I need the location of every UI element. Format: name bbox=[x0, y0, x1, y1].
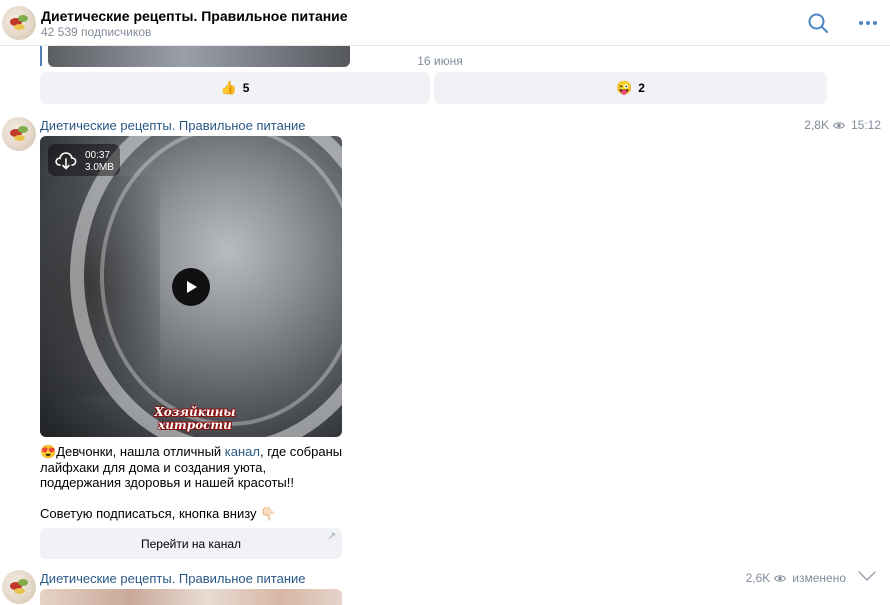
video-player[interactable]: 00:37 3.0MB Хозяйкины хитрости bbox=[40, 136, 342, 437]
video-size: 3.0MB bbox=[85, 162, 114, 173]
channel-avatar[interactable] bbox=[2, 6, 36, 40]
go-to-channel-label: Перейти на канал bbox=[140, 536, 241, 551]
external-arrow-icon: ↗ bbox=[327, 531, 336, 542]
post-author-avatar[interactable] bbox=[2, 117, 36, 151]
video-watermark: Хозяйкины хитрости bbox=[154, 405, 236, 432]
eye-icon bbox=[774, 574, 787, 582]
play-icon bbox=[187, 281, 197, 293]
post-text: 😍Девчонки, нашла отличный канал, где соб… bbox=[40, 444, 343, 521]
video-duration: 00:37 bbox=[85, 150, 111, 161]
reaction-count: 2 bbox=[638, 81, 645, 95]
search-icon[interactable] bbox=[806, 11, 830, 35]
next-post-media[interactable] bbox=[40, 589, 342, 605]
post-author[interactable]: Диетические рецепты. Правильное питание bbox=[40, 118, 306, 133]
thumbs-up-emoji: 👍 bbox=[220, 80, 237, 95]
post-meta: 2,8K 15:12 bbox=[804, 118, 881, 132]
more-icon[interactable] bbox=[856, 11, 880, 35]
eye-icon bbox=[832, 121, 845, 129]
point-down-emoji: 👇🏻 bbox=[260, 505, 277, 521]
edited-label: изменено bbox=[792, 571, 846, 585]
view-count: 2,8K bbox=[804, 118, 829, 132]
next-post-author[interactable]: Диетические рецепты. Правильное питание bbox=[40, 571, 306, 586]
go-to-channel-button[interactable]: Перейти на канал ↗ bbox=[40, 528, 342, 559]
download-icon bbox=[55, 152, 77, 170]
wink-emoji: 😜 bbox=[616, 80, 633, 95]
channel-title[interactable]: Диетические рецепты. Правильное питание bbox=[41, 8, 348, 24]
subscriber-count: 42 539 подписчиков bbox=[41, 25, 152, 39]
next-post-meta: 2,6K изменено bbox=[746, 571, 846, 585]
chevron-down-icon[interactable] bbox=[857, 570, 877, 582]
channel-link[interactable]: канал bbox=[225, 444, 260, 459]
play-button[interactable] bbox=[172, 268, 210, 306]
date-separator: 16 июня bbox=[417, 54, 463, 68]
download-badge[interactable]: 00:37 3.0MB bbox=[48, 144, 120, 176]
reaction-count: 5 bbox=[242, 81, 250, 95]
channel-header: Диетические рецепты. Правильное питание … bbox=[0, 0, 890, 46]
next-post-avatar[interactable] bbox=[2, 570, 36, 604]
reaction-thumbs-up[interactable]: 👍 5 bbox=[40, 72, 430, 104]
reaction-wink[interactable]: 😜 2 bbox=[434, 72, 827, 104]
view-count: 2,6K bbox=[745, 571, 771, 585]
heart-eyes-emoji: 😍 bbox=[40, 444, 57, 459]
post-time[interactable]: 15:12 bbox=[851, 118, 881, 132]
